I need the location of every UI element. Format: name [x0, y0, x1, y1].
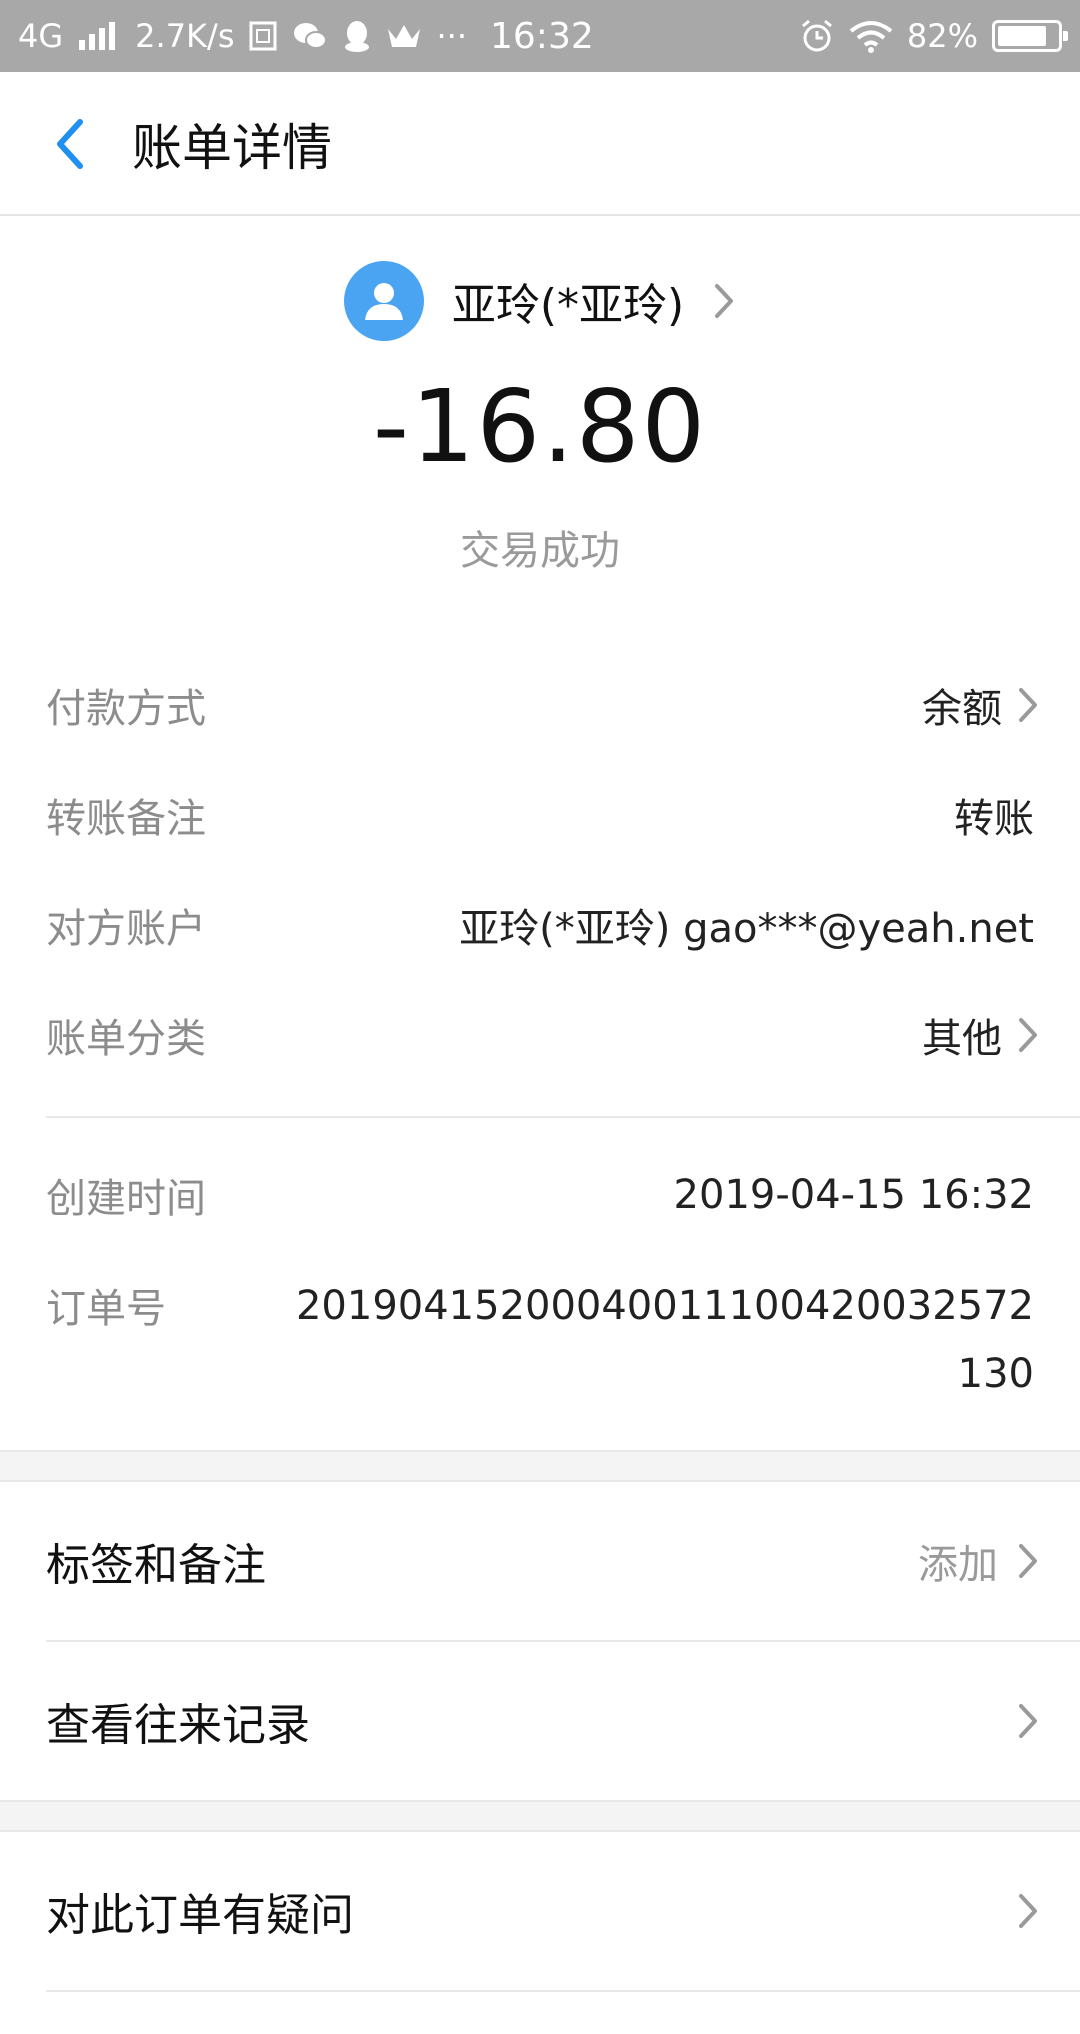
- section-gap: [0, 1450, 1080, 1482]
- remark-value: 转账: [954, 796, 1034, 842]
- crown-icon: [386, 21, 422, 51]
- remark-row: 转账备注 转账: [0, 760, 1080, 870]
- bill-header: 亚玲(*亚玲) -16.80 交易成功: [0, 218, 1080, 618]
- category-value: 其他: [922, 1016, 1002, 1062]
- chevron-right-icon: [1019, 1704, 1037, 1738]
- payment-method-label: 付款方式: [46, 686, 206, 732]
- sim-icon: [248, 20, 278, 52]
- created-time-value: 2019-04-15 16:32: [673, 1172, 1034, 1218]
- chevron-right-icon: [1019, 1018, 1037, 1052]
- bottom-divider: [46, 1990, 1080, 1992]
- qq-icon: [342, 19, 372, 53]
- remark-label: 转账备注: [46, 796, 206, 842]
- battery-percent: 82%: [906, 17, 978, 55]
- chevron-right-icon: [715, 284, 734, 318]
- battery-fill: [998, 26, 1046, 46]
- question-label: 对此订单有疑问: [46, 1890, 354, 1941]
- created-time-label: 创建时间: [46, 1176, 206, 1222]
- transaction-status: 交易成功: [460, 528, 620, 574]
- payment-method-value: 余额: [922, 686, 1002, 732]
- chevron-left-icon: [57, 119, 83, 169]
- counterparty-row: 对方账户 亚玲(*亚玲) gao***@yeah.net: [0, 870, 1080, 980]
- network-speed: 2.7K/s: [135, 17, 235, 55]
- signal-icon: [77, 20, 121, 52]
- history-action-group: [1016, 1642, 1040, 1800]
- chevron-right-icon: [1019, 1544, 1037, 1578]
- status-left: 4G 2.7K/s ···: [18, 0, 467, 72]
- status-right: 82%: [799, 0, 1068, 72]
- tags-and-notes-row[interactable]: 标签和备注 添加: [0, 1482, 1080, 1640]
- payee-row[interactable]: 亚玲(*亚玲): [0, 258, 1080, 344]
- order-number-line-1: 201904152000400111004200325​72: [295, 1283, 1034, 1329]
- order-number-label: 订单号: [46, 1286, 166, 1332]
- user-icon: [364, 283, 403, 320]
- payment-method-row[interactable]: 付款方式 余额: [0, 650, 1080, 760]
- order-number-value: 201904152000400111004200325​72 130: [254, 1272, 1034, 1408]
- counterparty-label: 对方账户: [46, 906, 206, 952]
- counterparty-value: 亚玲(*亚玲) gao***@yeah.net: [459, 906, 1034, 952]
- section-gap-2: [0, 1800, 1080, 1832]
- alarm-icon: [799, 18, 835, 54]
- category-value-group: 其他: [922, 980, 1040, 1090]
- wifi-icon: [849, 19, 893, 53]
- status-bar: 4G 2.7K/s ··· 16:32 82%: [0, 0, 1080, 72]
- history-label: 查看往来记录: [46, 1700, 310, 1751]
- question-action-group: [1016, 1832, 1040, 1990]
- details-divider: [46, 1116, 1080, 1118]
- tags-and-notes-action-group: 添加: [918, 1482, 1040, 1640]
- chevron-right-icon: [1019, 1894, 1037, 1928]
- tags-add-text: 添加: [918, 1542, 998, 1588]
- chevron-right-icon: [1019, 688, 1037, 722]
- order-number-line-2: 130: [957, 1351, 1034, 1397]
- category-label: 账单分类: [46, 1016, 206, 1062]
- payee-name: 亚玲(*亚玲): [451, 280, 685, 331]
- status-time: 16:32: [490, 15, 594, 57]
- amount: -16.80: [372, 368, 708, 485]
- battery-icon: [992, 20, 1068, 52]
- network-type: 4G: [18, 17, 64, 55]
- history-row[interactable]: 查看往来记录: [0, 1642, 1080, 1800]
- question-row[interactable]: 对此订单有疑问: [0, 1832, 1080, 1990]
- tags-and-notes-label: 标签和备注: [46, 1540, 266, 1591]
- back-button[interactable]: [40, 108, 100, 180]
- avatar: [343, 261, 424, 341]
- status-more: ···: [436, 17, 467, 55]
- wechat-icon: [292, 20, 328, 52]
- page-title: 账单详情: [132, 119, 332, 177]
- created-time-row: 创建时间 2019-04-15 16:32: [0, 1140, 1080, 1250]
- category-row[interactable]: 账单分类 其他: [0, 980, 1080, 1090]
- payment-method-value-group: 余额: [922, 650, 1040, 760]
- nav-bar: 账单详情: [0, 72, 1080, 216]
